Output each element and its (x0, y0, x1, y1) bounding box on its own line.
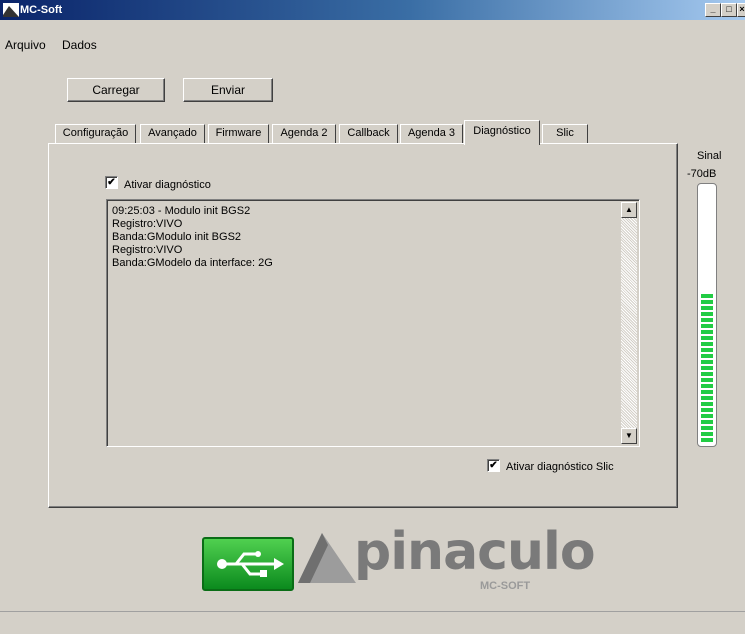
signal-value: -70dB (687, 168, 717, 180)
log-line: 09:25:03 - Modulo init BGS2 (112, 205, 251, 217)
tab-configuracao[interactable]: Configuração (55, 124, 136, 144)
usb-symbol (217, 551, 284, 577)
log-line: Registro:VIVO (112, 244, 183, 256)
signal-segment (701, 294, 713, 298)
signal-segment (701, 438, 713, 442)
maximize-button[interactable]: □ (721, 3, 737, 17)
signal-segment (701, 420, 713, 424)
signal-segment (701, 408, 713, 412)
signal-segment (701, 318, 713, 322)
diagnostics-log[interactable]: 09:25:03 - Modulo init BGS2 Registro:VIV… (106, 199, 640, 447)
enable-diagnostics-checkbox[interactable]: ✔ (105, 176, 118, 189)
window-title: MC-Soft (20, 4, 63, 16)
signal-segment (701, 354, 713, 358)
signal-segment (701, 306, 713, 310)
tab-firmware[interactable]: Firmware (208, 124, 269, 144)
tab-agenda-2[interactable]: Agenda 2 (272, 124, 336, 144)
tab-agenda-3[interactable]: Agenda 3 (400, 124, 463, 144)
signal-label: Sinal (697, 150, 722, 162)
status-bar (0, 611, 745, 634)
app-icon (3, 3, 19, 17)
signal-segment (701, 402, 713, 406)
signal-segment (701, 360, 713, 364)
log-scrollbar[interactable]: ▲ ▼ (621, 202, 637, 444)
signal-segment (701, 330, 713, 334)
send-button[interactable]: Enviar (183, 78, 273, 102)
enable-slic-diagnostics-checkbox[interactable]: ✔ (487, 459, 500, 472)
tab-avancado[interactable]: Avançado (140, 124, 205, 144)
usb-icon[interactable] (202, 537, 294, 591)
log-line: Registro:VIVO (112, 218, 183, 230)
signal-segment (701, 324, 713, 328)
pinaculo-logo-mark (298, 533, 356, 583)
tab-diagnostico[interactable]: Diagnóstico (464, 120, 540, 145)
signal-meter (697, 183, 717, 447)
scroll-up-icon[interactable]: ▲ (621, 202, 637, 218)
load-button[interactable]: Carregar (67, 78, 165, 102)
minimize-button[interactable]: _ (705, 3, 721, 17)
signal-segment (701, 372, 713, 376)
tab-callback[interactable]: Callback (339, 124, 398, 144)
signal-segment (701, 396, 713, 400)
signal-segment (701, 336, 713, 340)
signal-segment (701, 390, 713, 394)
enable-slic-diagnostics-label: Ativar diagnóstico Slic (506, 461, 614, 473)
signal-segment (701, 384, 713, 388)
pinaculo-logo-sub: MC-SOFT (480, 580, 531, 592)
signal-segment (701, 348, 713, 352)
signal-segment (701, 432, 713, 436)
enable-diagnostics-label: Ativar diagnóstico (124, 179, 211, 191)
menu-bar (0, 20, 745, 39)
signal-segment (701, 414, 713, 418)
menu-arquivo[interactable]: Arquivo (5, 38, 46, 52)
signal-segment (701, 366, 713, 370)
close-button[interactable]: × (737, 3, 745, 17)
pinaculo-logo: pinaculo (354, 522, 596, 582)
title-bar[interactable]: MC-Soft _ □ × (0, 0, 745, 20)
menu-dados[interactable]: Dados (62, 38, 97, 52)
log-line: Banda:GModulo init BGS2 (112, 231, 242, 243)
scroll-down-icon[interactable]: ▼ (621, 428, 637, 444)
log-line: Banda:GModelo da interface: 2G (112, 257, 273, 269)
signal-segment (701, 426, 713, 430)
tab-slic[interactable]: Slic (542, 124, 588, 144)
signal-segment (701, 312, 713, 316)
signal-segment (701, 342, 713, 346)
signal-segment (701, 300, 713, 304)
signal-segment (701, 378, 713, 382)
